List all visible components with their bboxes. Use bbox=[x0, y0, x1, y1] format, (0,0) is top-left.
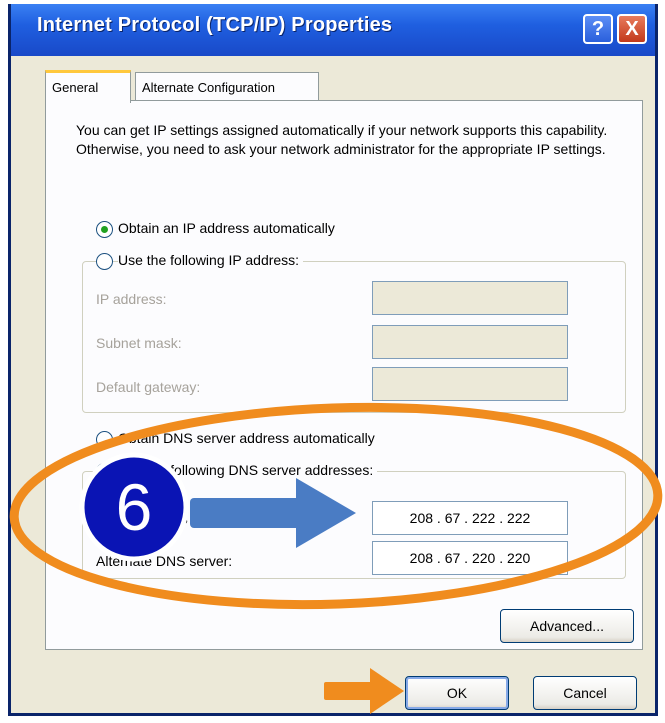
preferred-dns-field[interactable]: 208 . 67 . 222 . 222 bbox=[372, 501, 568, 535]
use-following-ip-radio[interactable] bbox=[96, 253, 113, 270]
ip-address-field[interactable] bbox=[372, 281, 568, 315]
tab-general[interactable]: General bbox=[45, 70, 131, 103]
help-button[interactable]: ? bbox=[583, 14, 613, 44]
use-following-dns-label[interactable]: Use the following DNS server addresses: bbox=[118, 462, 378, 478]
obtain-ip-auto-radio[interactable] bbox=[96, 221, 113, 238]
ip-address-label: IP address: bbox=[96, 291, 167, 307]
obtain-dns-auto-label[interactable]: Obtain DNS server address automatically bbox=[118, 430, 375, 446]
alternate-dns-field[interactable]: 208 . 67 . 220 . 220 bbox=[372, 541, 568, 575]
use-following-dns-radio[interactable] bbox=[96, 463, 113, 480]
alternate-dns-label: Alternate DNS server: bbox=[96, 553, 233, 569]
tcpip-properties-dialog: Internet Protocol (TCP/IP) Properties ? … bbox=[8, 4, 658, 716]
use-following-ip-label[interactable]: Use the following IP address: bbox=[118, 252, 304, 268]
cancel-button[interactable]: Cancel bbox=[533, 676, 637, 710]
general-tab-panel: You can get IP settings assigned automat… bbox=[45, 100, 643, 650]
subnet-mask-label: Subnet mask: bbox=[96, 335, 182, 351]
obtain-ip-auto-label[interactable]: Obtain an IP address automatically bbox=[118, 220, 335, 236]
preferred-dns-label: Preferred DNS server: bbox=[96, 511, 235, 527]
default-gateway-field[interactable] bbox=[372, 367, 568, 401]
obtain-dns-auto-radio[interactable] bbox=[96, 431, 113, 448]
ok-button[interactable]: OK bbox=[405, 676, 509, 710]
subnet-mask-field[interactable] bbox=[372, 325, 568, 359]
advanced-button[interactable]: Advanced... bbox=[500, 609, 634, 643]
description-text: You can get IP settings assigned automat… bbox=[76, 122, 608, 157]
default-gateway-label: Default gateway: bbox=[96, 379, 201, 395]
title-bar: Internet Protocol (TCP/IP) Properties ? … bbox=[11, 4, 655, 56]
close-button[interactable]: X bbox=[617, 14, 647, 44]
window-title: Internet Protocol (TCP/IP) Properties bbox=[37, 14, 393, 36]
tab-alternate-configuration[interactable]: Alternate Configuration bbox=[135, 72, 319, 102]
